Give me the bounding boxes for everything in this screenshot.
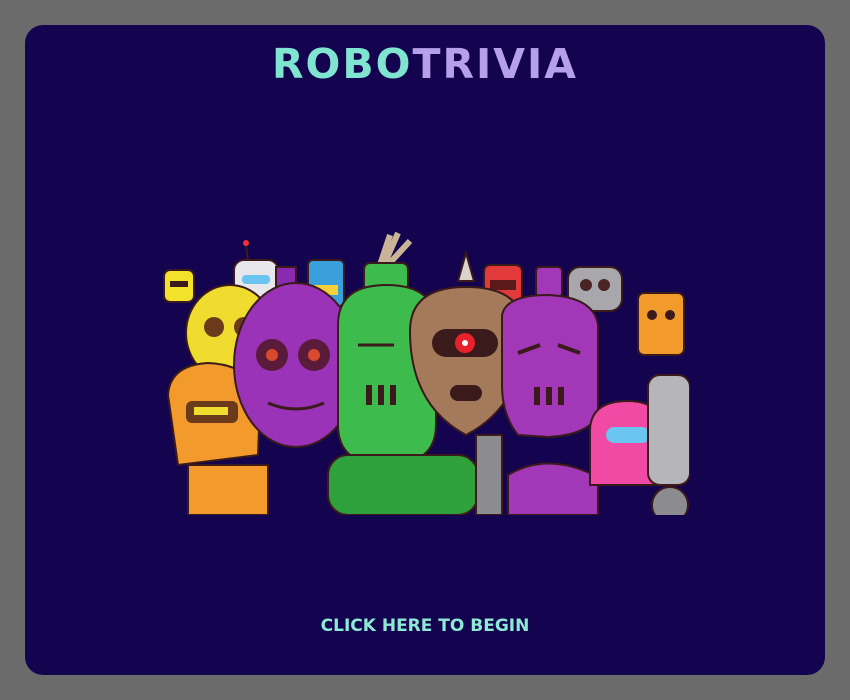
robot-crowd-svg: [163, 231, 690, 515]
title-part-trivia: TRIVIA: [412, 40, 579, 88]
game-title: ROBOTRIVIA: [25, 41, 825, 87]
start-button[interactable]: CLICK HERE TO BEGIN: [25, 616, 825, 636]
robot-grey-right: [647, 374, 690, 515]
robot-crowd-illustration: [158, 215, 690, 515]
robot-purple-angular: [501, 266, 599, 515]
game-panel: ROBOTRIVIA CLICK HERE TO BEGIN: [25, 25, 825, 675]
title-part-robo: ROBO: [271, 40, 413, 88]
back-robot-yellow: [163, 269, 195, 303]
back-robot-orange: [637, 292, 685, 356]
